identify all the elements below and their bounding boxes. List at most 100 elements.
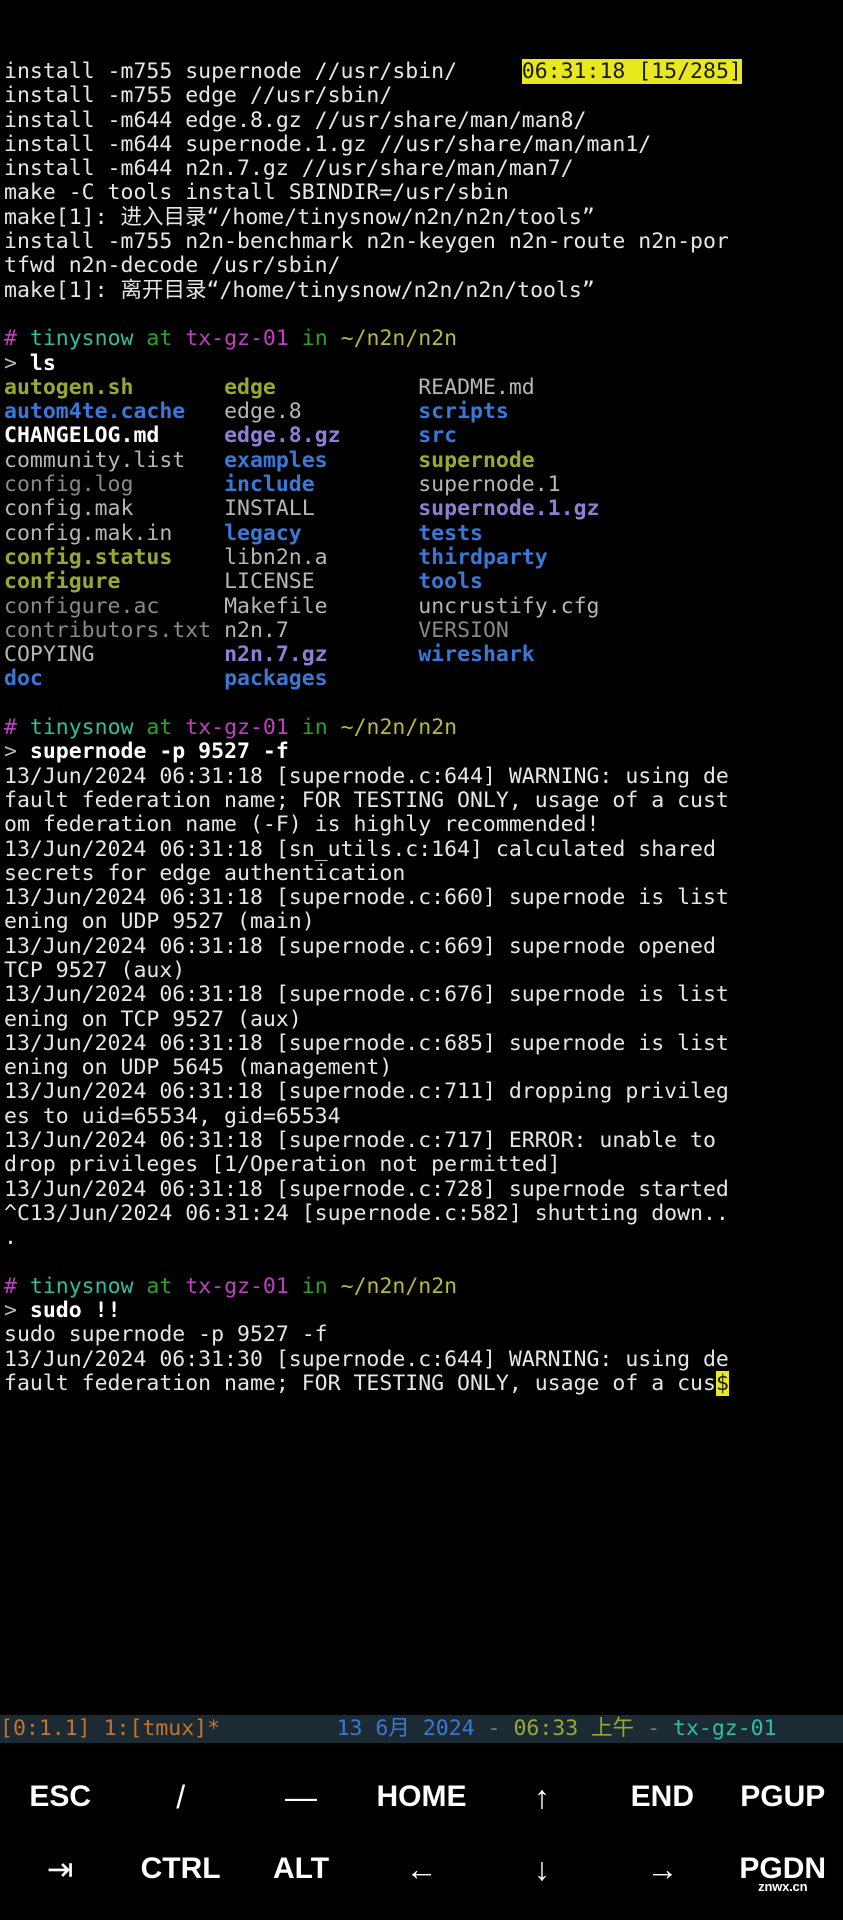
tmux-date-day: 13	[336, 1716, 363, 1741]
log-line: .	[4, 1225, 17, 1251]
terminal-line-log: 13/Jun/2024 06:31:18 [supernode.c:728] s…	[4, 1177, 843, 1202]
terminal-line-log: 13/Jun/2024 06:31:18 [supernode.c:711] d…	[4, 1080, 843, 1104]
prompt-at: at	[146, 326, 173, 352]
build-line: install -m755 edge //usr/sbin/	[4, 83, 393, 109]
terminal-line-log: 13/Jun/2024 06:31:18 [sn_utils.c:164] ca…	[4, 837, 843, 862]
pad	[315, 496, 419, 521]
key-left[interactable]: ←	[361, 1853, 481, 1885]
terminal-line-log: om federation name (-F) is highly recomm…	[4, 813, 843, 837]
prompt-in: in	[301, 326, 328, 352]
ls-entry: wireshark	[418, 642, 535, 668]
key-pgdn[interactable]: PGDN znwx.cn	[723, 1853, 843, 1893]
key-down[interactable]: ↓	[482, 1853, 602, 1885]
terminal-line-log: fault federation name; FOR TESTING ONLY,…	[4, 788, 843, 813]
ls-row: config.mak.in legacy tests	[4, 520, 843, 546]
tmux-date-year: 2024	[422, 1716, 475, 1741]
ls-entry: edge.8	[224, 399, 302, 425]
ls-entry: configure.ac	[4, 593, 160, 619]
pad	[276, 375, 418, 400]
log-line: 13/Jun/2024 06:31:18 [supernode.c:685] s…	[4, 1030, 729, 1056]
terminal-line-build: install -m644 n2n.7.gz //usr/share/man/m…	[4, 157, 843, 181]
extra-keys-bar[interactable]: ESC / — HOME ↑ END PGUP ⇥ CTRL ALT ← ↓ → PGDN znwx.cn	[0, 1745, 843, 1920]
terminal-line-log: 13/Jun/2024 06:31:18 [supernode.c:685] s…	[4, 1030, 843, 1056]
log-line: ening on UDP 5645 (management)	[4, 1055, 393, 1081]
prompt-arrow: >	[4, 739, 17, 765]
pad	[535, 375, 677, 400]
ls-entry: scripts	[418, 399, 509, 425]
ls-entry: configure	[4, 569, 121, 595]
pad	[509, 618, 677, 643]
pad	[133, 375, 224, 400]
terminal-command-line: > sudo !!	[4, 1298, 843, 1323]
pad	[535, 642, 677, 667]
key-tab[interactable]: ⇥	[0, 1853, 120, 1885]
prompt-path: ~/n2n/n2n	[340, 326, 458, 352]
prompt-host: tx-gz-01	[185, 1273, 289, 1299]
pad	[185, 399, 224, 424]
pad	[328, 666, 419, 691]
ls-entry: supernode	[418, 447, 535, 473]
ls-entry: edge	[224, 374, 276, 400]
pad	[509, 399, 677, 424]
tmux-status-bar[interactable]: [0:1.1] 1:[tmux]* 13 6月 2024 - 06:33 上午 …	[0, 1715, 843, 1743]
prompt-host: tx-gz-01	[185, 715, 289, 741]
ls-entry: n2n.7	[224, 617, 289, 643]
terminal-line-log: 13/Jun/2024 06:31:18 [supernode.c:660] s…	[4, 885, 843, 910]
pad	[328, 545, 419, 570]
build-line: install -m755 supernode //usr/sbin/	[4, 59, 458, 84]
pad	[561, 472, 678, 497]
key-slash[interactable]: /	[120, 1781, 240, 1813]
ls-row: autom4te.cache edge.8 scripts	[4, 400, 843, 424]
key-ctrl[interactable]: CTRL	[120, 1853, 240, 1884]
ls-entry: legacy	[224, 520, 302, 546]
build-line: install -m644 edge.8.gz //usr/share/man/…	[4, 107, 587, 133]
log-line: 13/Jun/2024 06:31:18 [supernode.c:676] s…	[4, 982, 729, 1008]
log-line: TCP 9527 (aux)	[4, 957, 186, 983]
terminal-line-log: es to uid=65534, gid=65534	[4, 1103, 843, 1129]
log-line: 13/Jun/2024 06:31:18 [supernode.c:669] s…	[4, 933, 716, 959]
log-line: 13/Jun/2024 06:31:18 [supernode.c:644] W…	[4, 763, 729, 789]
terminal-line-build: install -m755 edge //usr/sbin/	[4, 84, 843, 108]
key-pgup[interactable]: PGUP	[723, 1781, 843, 1812]
key-end[interactable]: END	[602, 1781, 722, 1812]
terminal-output[interactable]: install -m755 supernode //usr/sbin/ 06:3…	[0, 0, 843, 1745]
ls-entry: libn2n.a	[224, 544, 328, 570]
terminal-line-build: install -m755 n2n-benchmark n2n-keygen n…	[4, 229, 843, 254]
pad	[133, 496, 224, 521]
ls-row: community.list examples supernode	[4, 447, 843, 473]
ls-entry: config.status	[4, 544, 173, 570]
ls-entry: supernode.1	[418, 472, 561, 498]
pad	[95, 642, 224, 667]
terminal-line-log: ening on TCP 9527 (aux)	[4, 1007, 843, 1032]
key-esc[interactable]: ESC	[0, 1781, 120, 1812]
key-alt[interactable]: ALT	[241, 1853, 361, 1884]
pad	[302, 399, 419, 424]
key-home[interactable]: HOME	[361, 1781, 481, 1812]
log-line: 13/Jun/2024 06:31:30 [supernode.c:644] W…	[4, 1346, 729, 1372]
ls-entry: n2n.7.gz	[224, 642, 328, 668]
pad	[328, 642, 419, 667]
ls-row: config.status libn2n.a thirdparty	[4, 544, 843, 570]
log-line: es to uid=65534, gid=65534	[4, 1103, 341, 1129]
terminal-line-log: 13/Jun/2024 06:31:18 [supernode.c:644] W…	[4, 763, 843, 789]
ls-entry: config.log	[4, 472, 134, 498]
key-right[interactable]: →	[602, 1853, 722, 1885]
pad	[302, 521, 419, 546]
pad	[328, 594, 419, 619]
ls-row: config.log include supernode.1	[4, 472, 843, 498]
ls-entry: thirdparty	[418, 544, 548, 570]
prompt-in: in	[301, 1273, 328, 1299]
ls-entry: config.mak.in	[4, 520, 173, 546]
pad	[211, 618, 224, 643]
log-line: fault federation name; FOR TESTING ONLY,…	[4, 1371, 716, 1397]
prompt-arrow: >	[4, 350, 17, 376]
pad	[599, 496, 677, 521]
command-ls: ls	[29, 350, 56, 376]
key-up[interactable]: ↑	[482, 1781, 602, 1813]
ls-row: contributors.txt n2n.7 VERSION	[4, 617, 843, 643]
terminal-blank	[4, 1251, 843, 1275]
terminal-line-log: sudo supernode -p 9527 -f	[4, 1323, 843, 1347]
tmux-time: 06:33	[513, 1716, 579, 1741]
extra-keys-row-1: ESC / — HOME ↑ END PGUP	[0, 1761, 843, 1833]
key-dash[interactable]: —	[241, 1781, 361, 1813]
